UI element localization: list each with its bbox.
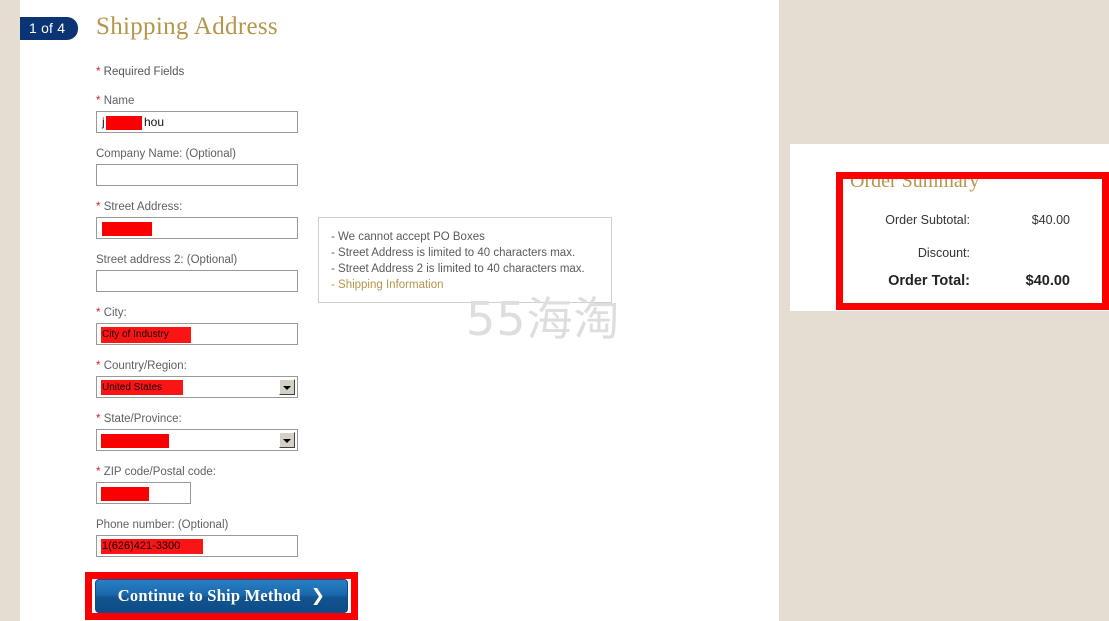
required-fields-label: Required Fields (100, 66, 185, 78)
street-address-2-input[interactable] (96, 270, 298, 292)
label-name: * Name (96, 95, 306, 107)
phone-redaction-bar (101, 539, 203, 554)
label-street-address: * Street Address: (96, 201, 306, 213)
street-redaction-bar (102, 222, 152, 236)
name-input[interactable]: j hou (96, 111, 298, 133)
order-subtotal-amount: $40.00 (1031, 213, 1070, 227)
chevron-down-icon[interactable] (279, 432, 295, 448)
continue-button-label: Continue to Ship Method (117, 586, 301, 605)
site-watermark: 55海淘 (466, 292, 621, 346)
discount-label: Discount: (917, 246, 970, 260)
info-line-po-boxes: - We cannot accept PO Boxes (331, 231, 485, 243)
order-total-amount: $40.00 (1025, 273, 1070, 289)
order-subtotal-row: Order Subtotal: $40.00 (830, 213, 1080, 227)
phone-input[interactable]: 1(626)421-3300 (96, 535, 298, 557)
company-input[interactable] (96, 164, 298, 186)
discount-row: Discount: (830, 246, 1080, 260)
chevron-right-icon: ❯ (310, 586, 326, 606)
label-phone: Phone number: (Optional) (96, 519, 229, 531)
asterisk-street: * (96, 201, 101, 213)
city-input[interactable]: City of Industry (96, 323, 298, 345)
country-redaction-bar (101, 380, 183, 395)
asterisk-name: * (96, 95, 101, 107)
order-total-label: Order Total: (888, 273, 970, 289)
step-indicator-badge: 1 of 4 (20, 17, 79, 40)
zip-input[interactable] (96, 482, 191, 504)
required-fields-note: * Required Fields (96, 66, 306, 78)
zip-redaction-bar (101, 487, 149, 501)
order-subtotal-label: Order Subtotal: (885, 213, 970, 227)
state-redaction-bar (101, 434, 169, 448)
country-select[interactable]: United States (96, 376, 298, 398)
info-line-street-limit: - Street Address is limited to 40 charac… (331, 247, 576, 259)
asterisk-city: * (96, 307, 101, 319)
state-select[interactable] (96, 429, 298, 451)
label-state: * State/Province: (96, 413, 306, 425)
label-country-text: Country/Region: (103, 360, 187, 372)
asterisk-country: * (96, 360, 101, 372)
name-input-value: j (102, 115, 105, 129)
label-zip-text: ZIP code/Postal code: (103, 466, 216, 478)
info-line-street2-limit: - Street Address 2 is limited to 40 char… (331, 263, 585, 275)
label-zip: * ZIP code/Postal code: (96, 466, 306, 478)
chevron-down-icon[interactable] (279, 379, 295, 395)
asterisk-state: * (96, 413, 101, 425)
label-company: Company Name: (Optional) (96, 148, 236, 160)
name-redaction-bar (106, 116, 142, 130)
shipping-address-form: * Required Fields * Name j hou Company N… (96, 66, 306, 572)
continue-to-ship-method-button[interactable]: Continue to Ship Method ❯ (95, 579, 348, 613)
label-city-text: City: (103, 307, 127, 319)
label-country: * Country/Region: (96, 360, 306, 372)
page-title: Shipping Address (96, 13, 278, 40)
asterisk-zip: * (96, 466, 101, 478)
label-street-address-2: Street address 2: (Optional) (96, 254, 238, 266)
label-street-address-text: Street Address: (103, 201, 183, 213)
label-name-text: Name (103, 95, 135, 107)
name-input-value-tail: hou (144, 115, 165, 129)
order-summary-title: Order Summary (850, 170, 980, 192)
street-address-input[interactable] (96, 217, 298, 239)
label-state-text: State/Province: (103, 413, 182, 425)
order-total-row: Order Total: $40.00 (830, 273, 1080, 289)
label-city: * City: (96, 307, 306, 319)
city-redaction-bar (101, 327, 191, 343)
